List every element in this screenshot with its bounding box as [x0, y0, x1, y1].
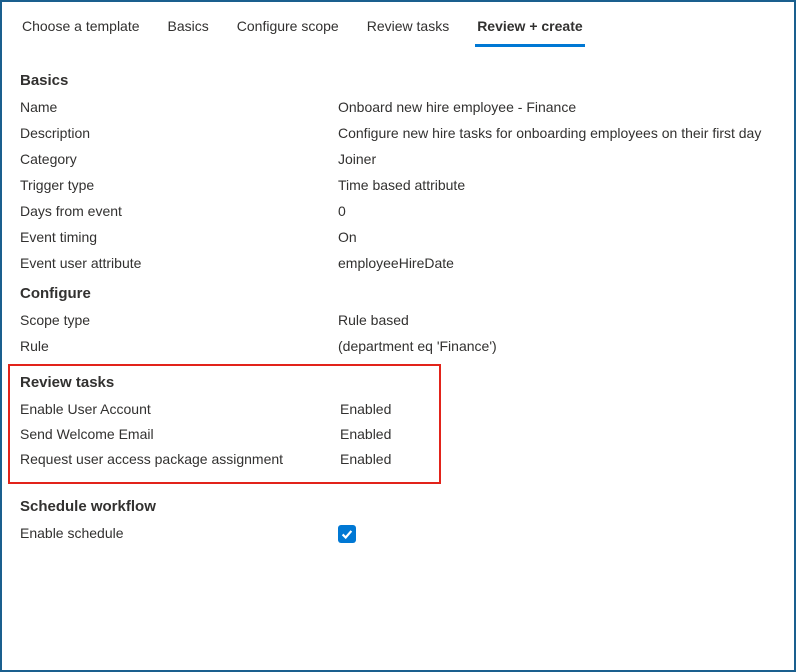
- schedule-section: Schedule workflow Enable schedule: [20, 498, 776, 544]
- tab-choose-template[interactable]: Choose a template: [20, 14, 142, 47]
- checkmark-icon: [340, 527, 354, 541]
- review-content: Basics Name Onboard new hire employee - …: [2, 48, 794, 544]
- tab-configure-scope[interactable]: Configure scope: [235, 14, 341, 47]
- label-days-from-event: Days from event: [20, 203, 338, 219]
- value-description: Configure new hire tasks for onboarding …: [338, 125, 776, 141]
- review-tasks-highlight: Review tasks Enable User Account Enabled…: [8, 364, 441, 484]
- row-task-enable-user-account: Enable User Account Enabled: [20, 401, 429, 417]
- value-event-user-attribute: employeeHireDate: [338, 255, 776, 271]
- row-event-user-attribute: Event user attribute employeeHireDate: [20, 255, 776, 271]
- row-event-timing: Event timing On: [20, 229, 776, 245]
- label-event-user-attribute: Event user attribute: [20, 255, 338, 271]
- value-task-welcome-email: Enabled: [340, 426, 429, 442]
- section-title-configure: Configure: [20, 285, 776, 302]
- label-trigger-type: Trigger type: [20, 177, 338, 193]
- label-category: Category: [20, 151, 338, 167]
- tab-review-tasks[interactable]: Review tasks: [365, 14, 451, 47]
- value-rule: (department eq 'Finance'): [338, 338, 776, 354]
- row-task-welcome-email: Send Welcome Email Enabled: [20, 426, 429, 442]
- label-event-timing: Event timing: [20, 229, 338, 245]
- row-category: Category Joiner: [20, 151, 776, 167]
- value-name: Onboard new hire employee - Finance: [338, 99, 776, 115]
- row-description: Description Configure new hire tasks for…: [20, 125, 776, 141]
- row-scope-type: Scope type Rule based: [20, 312, 776, 328]
- row-enable-schedule: Enable schedule: [20, 525, 776, 544]
- row-trigger-type: Trigger type Time based attribute: [20, 177, 776, 193]
- label-task-access-package: Request user access package assignment: [20, 451, 340, 467]
- label-enable-schedule: Enable schedule: [20, 525, 338, 541]
- row-task-access-package: Request user access package assignment E…: [20, 451, 429, 467]
- value-task-access-package: Enabled: [340, 451, 429, 467]
- label-scope-type: Scope type: [20, 312, 338, 328]
- value-task-enable-user-account: Enabled: [340, 401, 429, 417]
- label-name: Name: [20, 99, 338, 115]
- value-days-from-event: 0: [338, 203, 776, 219]
- label-description: Description: [20, 125, 338, 141]
- value-trigger-type: Time based attribute: [338, 177, 776, 193]
- section-title-review-tasks: Review tasks: [20, 374, 429, 391]
- section-title-schedule: Schedule workflow: [20, 498, 776, 515]
- tab-review-create[interactable]: Review + create: [475, 14, 584, 47]
- section-title-basics: Basics: [20, 72, 776, 89]
- row-days-from-event: Days from event 0: [20, 203, 776, 219]
- wizard-tabs: Choose a template Basics Configure scope…: [2, 2, 794, 48]
- label-task-welcome-email: Send Welcome Email: [20, 426, 340, 442]
- row-rule: Rule (department eq 'Finance'): [20, 338, 776, 354]
- row-name: Name Onboard new hire employee - Finance: [20, 99, 776, 115]
- value-scope-type: Rule based: [338, 312, 776, 328]
- value-category: Joiner: [338, 151, 776, 167]
- value-event-timing: On: [338, 229, 776, 245]
- tab-basics[interactable]: Basics: [166, 14, 211, 47]
- enable-schedule-checkbox[interactable]: [338, 525, 356, 543]
- label-task-enable-user-account: Enable User Account: [20, 401, 340, 417]
- value-enable-schedule: [338, 525, 776, 544]
- label-rule: Rule: [20, 338, 338, 354]
